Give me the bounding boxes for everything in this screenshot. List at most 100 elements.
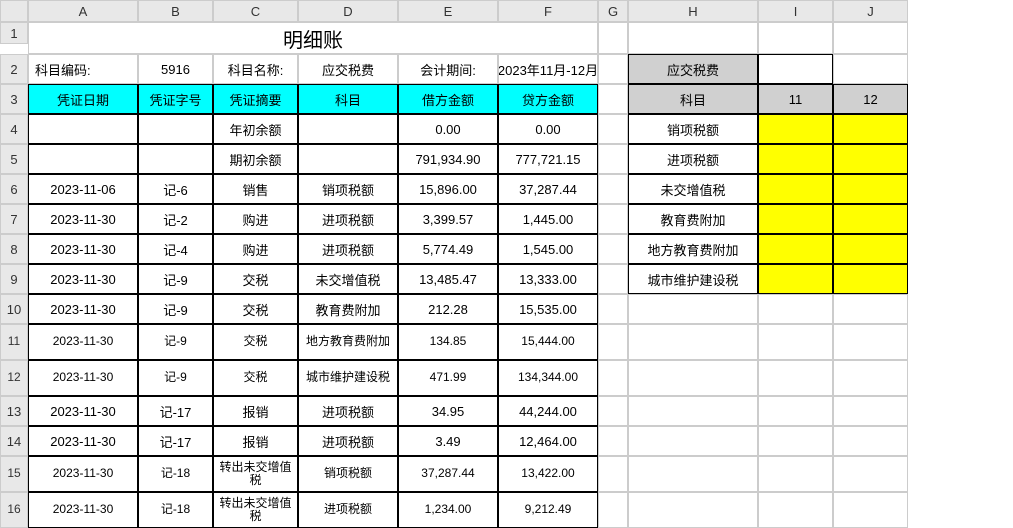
side-val-11[interactable] bbox=[758, 114, 833, 144]
empty-cell[interactable] bbox=[628, 360, 758, 396]
side-val-12[interactable] bbox=[833, 114, 908, 144]
cell-date[interactable]: 2023-11-30 bbox=[28, 360, 138, 396]
empty-cell[interactable] bbox=[598, 54, 628, 84]
cell-date[interactable] bbox=[28, 114, 138, 144]
cell-date[interactable]: 2023-11-30 bbox=[28, 492, 138, 528]
col-header-D[interactable]: D bbox=[298, 0, 398, 22]
row-header-7[interactable]: 7 bbox=[0, 204, 28, 234]
cell-subject[interactable]: 未交增值税 bbox=[298, 264, 398, 294]
cell-credit[interactable]: 44,244.00 bbox=[498, 396, 598, 426]
cell-subject[interactable]: 进项税额 bbox=[298, 492, 398, 528]
empty-cell[interactable] bbox=[598, 294, 628, 324]
empty-cell[interactable] bbox=[598, 84, 628, 114]
empty-cell[interactable] bbox=[598, 264, 628, 294]
col-header-F[interactable]: F bbox=[498, 0, 598, 22]
empty-cell[interactable] bbox=[598, 324, 628, 360]
cell-subject[interactable]: 进项税额 bbox=[298, 204, 398, 234]
empty-cell[interactable] bbox=[833, 492, 908, 528]
empty-cell[interactable] bbox=[833, 426, 908, 456]
side-val-12[interactable] bbox=[833, 174, 908, 204]
empty-cell[interactable] bbox=[758, 456, 833, 492]
cell-credit[interactable]: 777,721.15 bbox=[498, 144, 598, 174]
cell-debit[interactable]: 134.85 bbox=[398, 324, 498, 360]
empty-cell[interactable] bbox=[758, 294, 833, 324]
cell-vno[interactable] bbox=[138, 144, 213, 174]
cell-credit[interactable]: 12,464.00 bbox=[498, 426, 598, 456]
row-header-8[interactable]: 8 bbox=[0, 234, 28, 264]
side-val-11[interactable] bbox=[758, 174, 833, 204]
cell-summary[interactable]: 期初余额 bbox=[213, 144, 298, 174]
cell-summary[interactable]: 转出未交增值税 bbox=[213, 456, 298, 492]
cell-credit[interactable]: 1,445.00 bbox=[498, 204, 598, 234]
cell-summary[interactable]: 交税 bbox=[213, 294, 298, 324]
cell-credit[interactable]: 9,212.49 bbox=[498, 492, 598, 528]
empty-cell[interactable] bbox=[628, 22, 758, 54]
empty-cell[interactable] bbox=[628, 294, 758, 324]
cell-debit[interactable]: 13,485.47 bbox=[398, 264, 498, 294]
cell-credit[interactable]: 0.00 bbox=[498, 114, 598, 144]
empty-cell[interactable] bbox=[598, 204, 628, 234]
empty-cell[interactable] bbox=[758, 54, 833, 84]
empty-cell[interactable] bbox=[628, 396, 758, 426]
empty-cell[interactable] bbox=[758, 396, 833, 426]
cell-debit[interactable]: 791,934.90 bbox=[398, 144, 498, 174]
row-header-15[interactable]: 15 bbox=[0, 456, 28, 492]
side-val-11[interactable] bbox=[758, 144, 833, 174]
col-header-I[interactable]: I bbox=[758, 0, 833, 22]
cell-vno[interactable]: 记-17 bbox=[138, 426, 213, 456]
cell-vno[interactable]: 记-18 bbox=[138, 492, 213, 528]
cell-summary[interactable]: 报销 bbox=[213, 426, 298, 456]
cell-subject[interactable] bbox=[298, 144, 398, 174]
empty-cell[interactable] bbox=[833, 294, 908, 324]
empty-cell[interactable] bbox=[833, 360, 908, 396]
row-header-12[interactable]: 12 bbox=[0, 360, 28, 396]
cell-subject[interactable] bbox=[298, 114, 398, 144]
cell-vno[interactable]: 记-9 bbox=[138, 324, 213, 360]
cell-date[interactable]: 2023-11-30 bbox=[28, 396, 138, 426]
cell-date[interactable]: 2023-11-30 bbox=[28, 294, 138, 324]
empty-cell[interactable] bbox=[758, 22, 833, 54]
cell-summary[interactable]: 销售 bbox=[213, 174, 298, 204]
cell-summary[interactable]: 交税 bbox=[213, 324, 298, 360]
cell-debit[interactable]: 5,774.49 bbox=[398, 234, 498, 264]
cell-subject[interactable]: 城市维护建设税 bbox=[298, 360, 398, 396]
cell-date[interactable]: 2023-11-30 bbox=[28, 324, 138, 360]
cell-debit[interactable]: 212.28 bbox=[398, 294, 498, 324]
cell-date[interactable] bbox=[28, 144, 138, 174]
side-val-12[interactable] bbox=[833, 264, 908, 294]
cell-vno[interactable]: 记-4 bbox=[138, 234, 213, 264]
empty-cell[interactable] bbox=[833, 324, 908, 360]
empty-cell[interactable] bbox=[628, 324, 758, 360]
empty-cell[interactable] bbox=[598, 234, 628, 264]
side-val-12[interactable] bbox=[833, 234, 908, 264]
col-header-G[interactable]: G bbox=[598, 0, 628, 22]
empty-cell[interactable] bbox=[628, 456, 758, 492]
cell-summary[interactable]: 购进 bbox=[213, 204, 298, 234]
cell-debit[interactable]: 471.99 bbox=[398, 360, 498, 396]
cell-date[interactable]: 2023-11-30 bbox=[28, 264, 138, 294]
cell-summary[interactable]: 报销 bbox=[213, 396, 298, 426]
cell-date[interactable]: 2023-11-30 bbox=[28, 234, 138, 264]
side-val-11[interactable] bbox=[758, 204, 833, 234]
cell-summary[interactable]: 交税 bbox=[213, 360, 298, 396]
empty-cell[interactable] bbox=[598, 174, 628, 204]
cell-date[interactable]: 2023-11-30 bbox=[28, 456, 138, 492]
cell-debit[interactable]: 0.00 bbox=[398, 114, 498, 144]
cell-credit[interactable]: 134,344.00 bbox=[498, 360, 598, 396]
row-header-10[interactable]: 10 bbox=[0, 294, 28, 324]
cell-vno[interactable]: 记-9 bbox=[138, 264, 213, 294]
row-header-2[interactable]: 2 bbox=[0, 54, 28, 84]
empty-cell[interactable] bbox=[833, 456, 908, 492]
empty-cell[interactable] bbox=[598, 426, 628, 456]
side-val-12[interactable] bbox=[833, 144, 908, 174]
empty-cell[interactable] bbox=[758, 426, 833, 456]
cell-subject[interactable]: 销项税额 bbox=[298, 456, 398, 492]
row-header-5[interactable]: 5 bbox=[0, 144, 28, 174]
cell-subject[interactable]: 教育费附加 bbox=[298, 294, 398, 324]
row-header-13[interactable]: 13 bbox=[0, 396, 28, 426]
col-header-B[interactable]: B bbox=[138, 0, 213, 22]
empty-cell[interactable] bbox=[598, 360, 628, 396]
cell-vno[interactable]: 记-9 bbox=[138, 360, 213, 396]
row-header-6[interactable]: 6 bbox=[0, 174, 28, 204]
col-header-A[interactable]: A bbox=[28, 0, 138, 22]
